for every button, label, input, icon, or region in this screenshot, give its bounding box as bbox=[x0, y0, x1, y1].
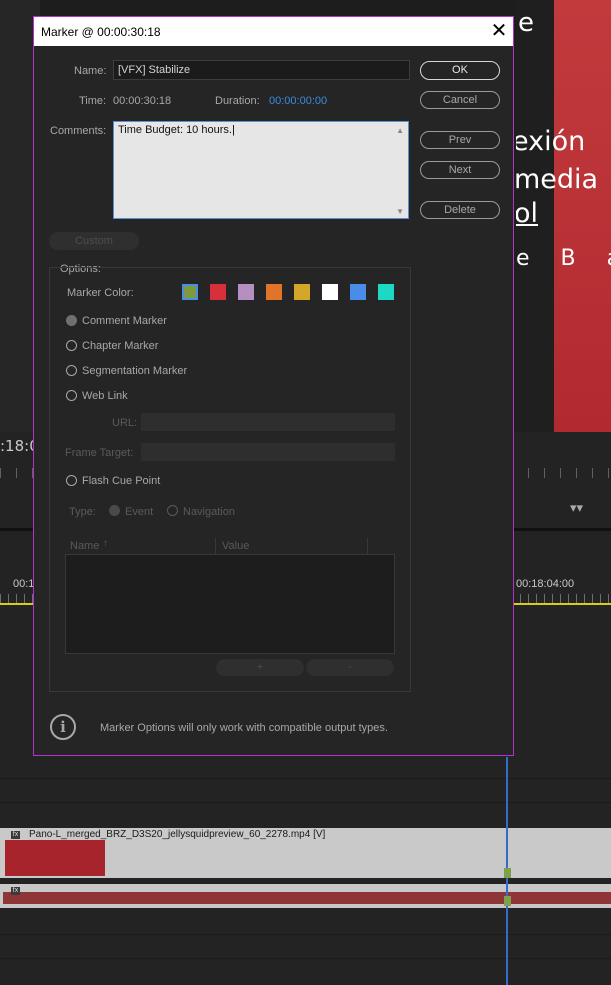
ruler-time-label: 00:18:04:00 bbox=[516, 578, 575, 590]
time-value: 00:00:30:18 bbox=[113, 95, 172, 107]
marker-settings-icon[interactable]: ▾▾ bbox=[570, 500, 583, 516]
video-text-line: media bbox=[516, 164, 599, 195]
frame-target-input[interactable] bbox=[141, 443, 395, 461]
comments-label: Comments: bbox=[50, 125, 107, 137]
comments-textarea[interactable]: Time Budget: 10 hours.| ▲ ▼ bbox=[113, 121, 409, 219]
playhead-marker-icon bbox=[504, 868, 511, 878]
track-divider bbox=[0, 802, 611, 803]
track-divider bbox=[0, 958, 611, 959]
dialog-titlebar[interactable]: Marker @ 00:00:30:18 ✕ bbox=[34, 17, 513, 46]
comment-marker-label: Comment Marker bbox=[82, 315, 167, 327]
marker-color-swatch[interactable] bbox=[350, 284, 366, 300]
flash-cue-radio[interactable] bbox=[66, 475, 77, 486]
sort-arrow-icon: ↑ bbox=[103, 538, 108, 549]
comment-marker-radio[interactable] bbox=[66, 315, 77, 326]
name-label: Name: bbox=[74, 65, 107, 77]
video-preview: e exión media ol e B a bbox=[516, 0, 611, 432]
ok-button[interactable]: OK bbox=[420, 61, 500, 80]
clip-thumbnail bbox=[5, 840, 105, 876]
url-input[interactable] bbox=[141, 413, 395, 431]
type-label: Type: bbox=[69, 506, 96, 518]
event-label: Event bbox=[125, 506, 154, 518]
web-link-radio[interactable] bbox=[66, 390, 77, 401]
marker-color-swatches bbox=[182, 284, 397, 302]
dialog-title: Marker @ 00:00:30:18 bbox=[41, 25, 161, 39]
track-divider bbox=[0, 778, 611, 779]
marker-color-swatch[interactable] bbox=[210, 284, 226, 300]
name-input[interactable]: [VFX] Stabilize bbox=[113, 60, 410, 80]
comments-text: Time Budget: 10 hours. bbox=[118, 124, 232, 136]
flash-cue-label: Flash Cue Point bbox=[82, 475, 161, 487]
next-button[interactable]: Next bbox=[420, 161, 500, 179]
delete-button[interactable]: Delete bbox=[420, 201, 500, 219]
marker-color-swatch[interactable] bbox=[266, 284, 282, 300]
table-header-name[interactable]: Name bbox=[70, 540, 99, 552]
add-cue-button[interactable]: + bbox=[216, 659, 304, 676]
fx-badge-icon: fx bbox=[11, 831, 20, 839]
duration-value[interactable]: 00:00:00:00 bbox=[269, 95, 327, 107]
custom-button[interactable]: Custom bbox=[49, 232, 139, 250]
video-text-line: exión bbox=[516, 126, 586, 157]
marker-color-label: Marker Color: bbox=[67, 287, 134, 299]
video-text-line: ol bbox=[516, 198, 539, 229]
segmentation-marker-label: Segmentation Marker bbox=[82, 365, 188, 377]
marker-color-swatch[interactable] bbox=[322, 284, 338, 300]
table-header-value[interactable]: Value bbox=[222, 540, 249, 552]
playhead-marker-icon bbox=[504, 896, 511, 906]
close-icon[interactable]: ✕ bbox=[488, 21, 510, 41]
cue-point-table[interactable] bbox=[65, 554, 395, 654]
url-label: URL: bbox=[112, 417, 138, 429]
video-text-line: e bbox=[518, 8, 534, 38]
chapter-marker-label: Chapter Marker bbox=[82, 340, 159, 352]
table-column-divider bbox=[367, 538, 368, 554]
audio-waveform bbox=[3, 892, 611, 904]
video-text-line: e B a bbox=[516, 246, 611, 271]
table-column-divider bbox=[215, 538, 216, 554]
frame-target-label: Frame Target: bbox=[65, 447, 134, 459]
info-icon: i bbox=[50, 714, 76, 740]
marker-color-swatch[interactable] bbox=[378, 284, 394, 300]
duration-label: Duration: bbox=[215, 95, 260, 107]
marker-dialog: Marker @ 00:00:30:18 ✕ Name: [VFX] Stabi… bbox=[33, 16, 514, 756]
ruler-time-label: 00:1 bbox=[13, 578, 35, 590]
chapter-marker-radio[interactable] bbox=[66, 340, 77, 351]
marker-color-swatch[interactable] bbox=[238, 284, 254, 300]
web-link-label: Web Link bbox=[82, 390, 128, 402]
scroll-up-icon[interactable]: ▲ bbox=[396, 126, 404, 135]
cancel-button[interactable]: Cancel bbox=[420, 91, 500, 109]
marker-color-swatch[interactable] bbox=[182, 284, 198, 300]
track-divider bbox=[0, 934, 611, 935]
fx-badge-icon: fx bbox=[11, 887, 20, 895]
navigation-radio[interactable] bbox=[167, 505, 178, 516]
remove-cue-button[interactable]: - bbox=[306, 659, 394, 676]
segmentation-marker-radio[interactable] bbox=[66, 365, 77, 376]
marker-color-swatch[interactable] bbox=[294, 284, 310, 300]
scroll-down-icon[interactable]: ▼ bbox=[396, 207, 404, 216]
navigation-label: Navigation bbox=[183, 506, 235, 518]
event-radio[interactable] bbox=[109, 505, 120, 516]
clip-name: Pano-L_merged_BRZ_D3S20_jellysquidprevie… bbox=[29, 829, 326, 840]
info-text: Marker Options will only work with compa… bbox=[100, 722, 388, 734]
time-label: Time: bbox=[79, 95, 107, 107]
prev-button[interactable]: Prev bbox=[420, 131, 500, 149]
